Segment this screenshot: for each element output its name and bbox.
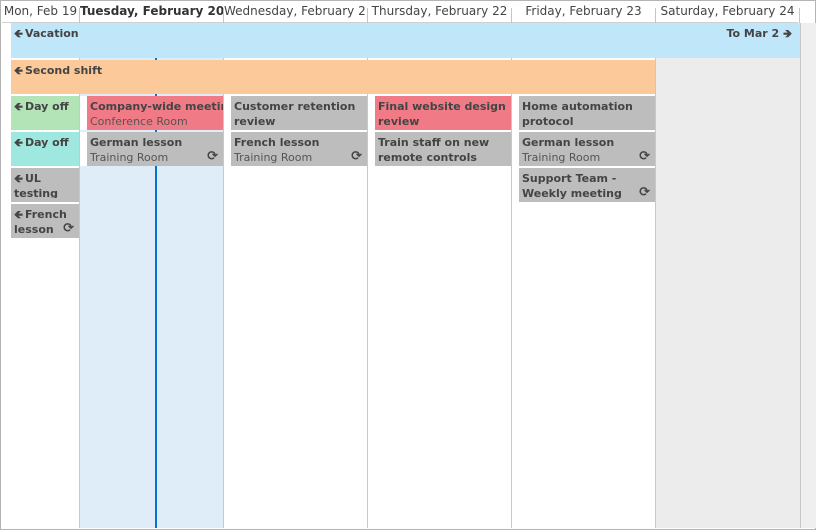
- day-header-wed[interactable]: Wednesday, February 21: [224, 1, 367, 23]
- event-title: Day off: [24, 136, 69, 149]
- header-separator: [79, 8, 80, 23]
- event-title: Customer retention review: [234, 100, 356, 128]
- day-column-sat[interactable]: [655, 23, 800, 528]
- event-final-website-design-review[interactable]: Final website design review: [368, 96, 511, 130]
- left-arrow-icon: 🡸: [14, 100, 23, 113]
- day-header-thu[interactable]: Thursday, February 22: [368, 1, 511, 23]
- recurring-icon: ⟳: [351, 149, 362, 164]
- left-arrow-icon: 🡸: [14, 136, 23, 149]
- recurring-icon: ⟳: [207, 149, 218, 164]
- event-title: Day off: [24, 100, 69, 113]
- recurring-icon: ⟳: [63, 221, 74, 236]
- event-day-off[interactable]: 🡸 Day off: [4, 132, 79, 166]
- calendar-week-view: Mon, Feb 19 Tuesday, February 20 Wednesd…: [0, 0, 816, 530]
- header-separator: [655, 8, 656, 23]
- event-french-lesson[interactable]: 🡸 French lesson ⟳: [4, 204, 79, 238]
- event-support-team-weekly-meeting[interactable]: Support Team - Weekly meeting ⟳: [512, 168, 655, 202]
- event-title: Support Team - Weekly meeting: [522, 172, 622, 200]
- event-title: Second shift: [24, 64, 103, 77]
- right-arrow-icon: 🡺: [783, 27, 792, 40]
- event-customer-retention-review[interactable]: Customer retention review: [224, 96, 367, 130]
- event-german-lesson[interactable]: German lesson Training Room ⟳: [512, 132, 655, 166]
- header-separator: [799, 8, 800, 23]
- event-second-shift[interactable]: 🡸 Second shift: [4, 60, 655, 94]
- event-title: Vacation: [24, 27, 79, 40]
- event-french-lesson[interactable]: French lesson Training Room ⟳: [224, 132, 367, 166]
- event-train-staff[interactable]: Train staff on new remote controls: [368, 132, 511, 166]
- day-header-sat[interactable]: Saturday, February 24: [656, 1, 799, 23]
- event-title: German lesson: [90, 136, 183, 149]
- header-separator: [223, 8, 224, 23]
- event-location: Training Room: [234, 151, 313, 164]
- event-title: French lesson: [234, 136, 320, 149]
- left-arrow-icon: 🡸: [14, 172, 23, 185]
- event-title: Final website design review: [378, 100, 506, 128]
- event-location: Training Room: [90, 151, 169, 164]
- day-header-tue[interactable]: Tuesday, February 20: [80, 1, 223, 23]
- event-title: German lesson: [522, 136, 615, 149]
- event-vacation[interactable]: 🡸 Vacation To Mar 2 🡺: [4, 23, 800, 58]
- recurring-icon: ⟳: [639, 185, 650, 200]
- day-header-fri[interactable]: Friday, February 23: [512, 1, 655, 23]
- event-ul-testing[interactable]: 🡸UL testing and: [4, 168, 79, 202]
- vertical-scrollbar[interactable]: [800, 23, 816, 528]
- event-title: Company-wide meeting: [90, 100, 223, 113]
- event-location: Training Room: [522, 151, 601, 164]
- event-german-lesson[interactable]: German lesson Training Room ⟳: [80, 132, 223, 166]
- left-arrow-icon: 🡸: [14, 27, 23, 40]
- header-separator: [511, 8, 512, 23]
- event-title: Train staff on new remote controls: [378, 136, 490, 164]
- event-home-automation-protocol[interactable]: Home automation protocol: [512, 96, 655, 130]
- left-arrow-icon: 🡸: [14, 208, 23, 221]
- event-day-off[interactable]: 🡸 Day off: [4, 96, 79, 130]
- event-continues-label: To Mar 2: [726, 27, 780, 40]
- event-company-wide-meeting[interactable]: Company-wide meeting Conference Room: [80, 96, 223, 130]
- left-arrow-icon: 🡸: [14, 64, 23, 77]
- day-header-mon[interactable]: Mon, Feb 19: [2, 1, 79, 23]
- event-title: Home automation protocol: [522, 100, 633, 128]
- event-location: Conference Room: [90, 115, 188, 128]
- recurring-icon: ⟳: [639, 149, 650, 164]
- header-separator: [367, 8, 368, 23]
